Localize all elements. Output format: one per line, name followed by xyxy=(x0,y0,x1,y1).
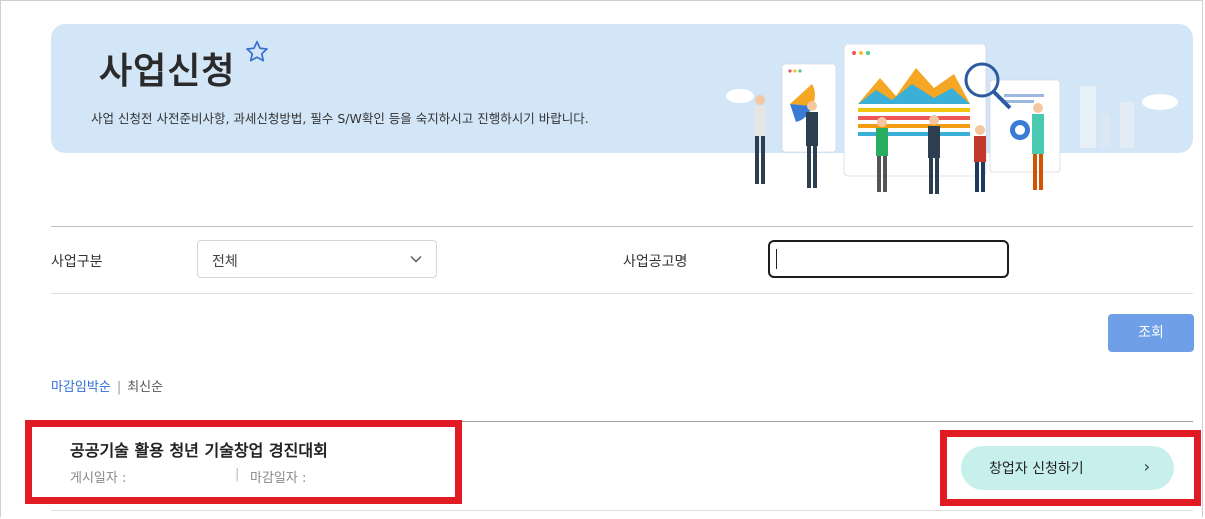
star-icon[interactable] xyxy=(244,39,270,65)
list-bottom-divider xyxy=(51,510,1193,511)
sort-latest[interactable]: 최신순 xyxy=(127,380,163,395)
filter-top-divider xyxy=(51,226,1193,227)
filter-bottom-divider xyxy=(51,293,1193,294)
banner-description: 사업 신청전 사전준비사항, 과세신청방법, 필수 S/W확인 등을 숙지하시고… xyxy=(91,111,589,126)
notice-name-input[interactable] xyxy=(768,240,1009,278)
notice-name-label: 사업공고명 xyxy=(623,254,688,270)
text-caret xyxy=(776,249,777,269)
business-illustration xyxy=(726,44,1178,194)
sort-deadline[interactable]: 마감임박순 xyxy=(51,380,111,395)
sort-options: 마감임박순 | 최신순 xyxy=(51,376,163,395)
highlight-box-title xyxy=(25,420,462,504)
highlight-box-apply xyxy=(940,430,1201,506)
sort-separator: | xyxy=(116,380,122,395)
category-label: 사업구분 xyxy=(51,254,103,270)
category-select[interactable]: 전체 xyxy=(197,240,437,278)
page-title: 사업신청 xyxy=(99,51,236,92)
category-select-value: 전체 xyxy=(212,254,238,270)
search-button[interactable]: 조회 xyxy=(1108,314,1194,352)
chevron-down-icon xyxy=(410,256,422,263)
